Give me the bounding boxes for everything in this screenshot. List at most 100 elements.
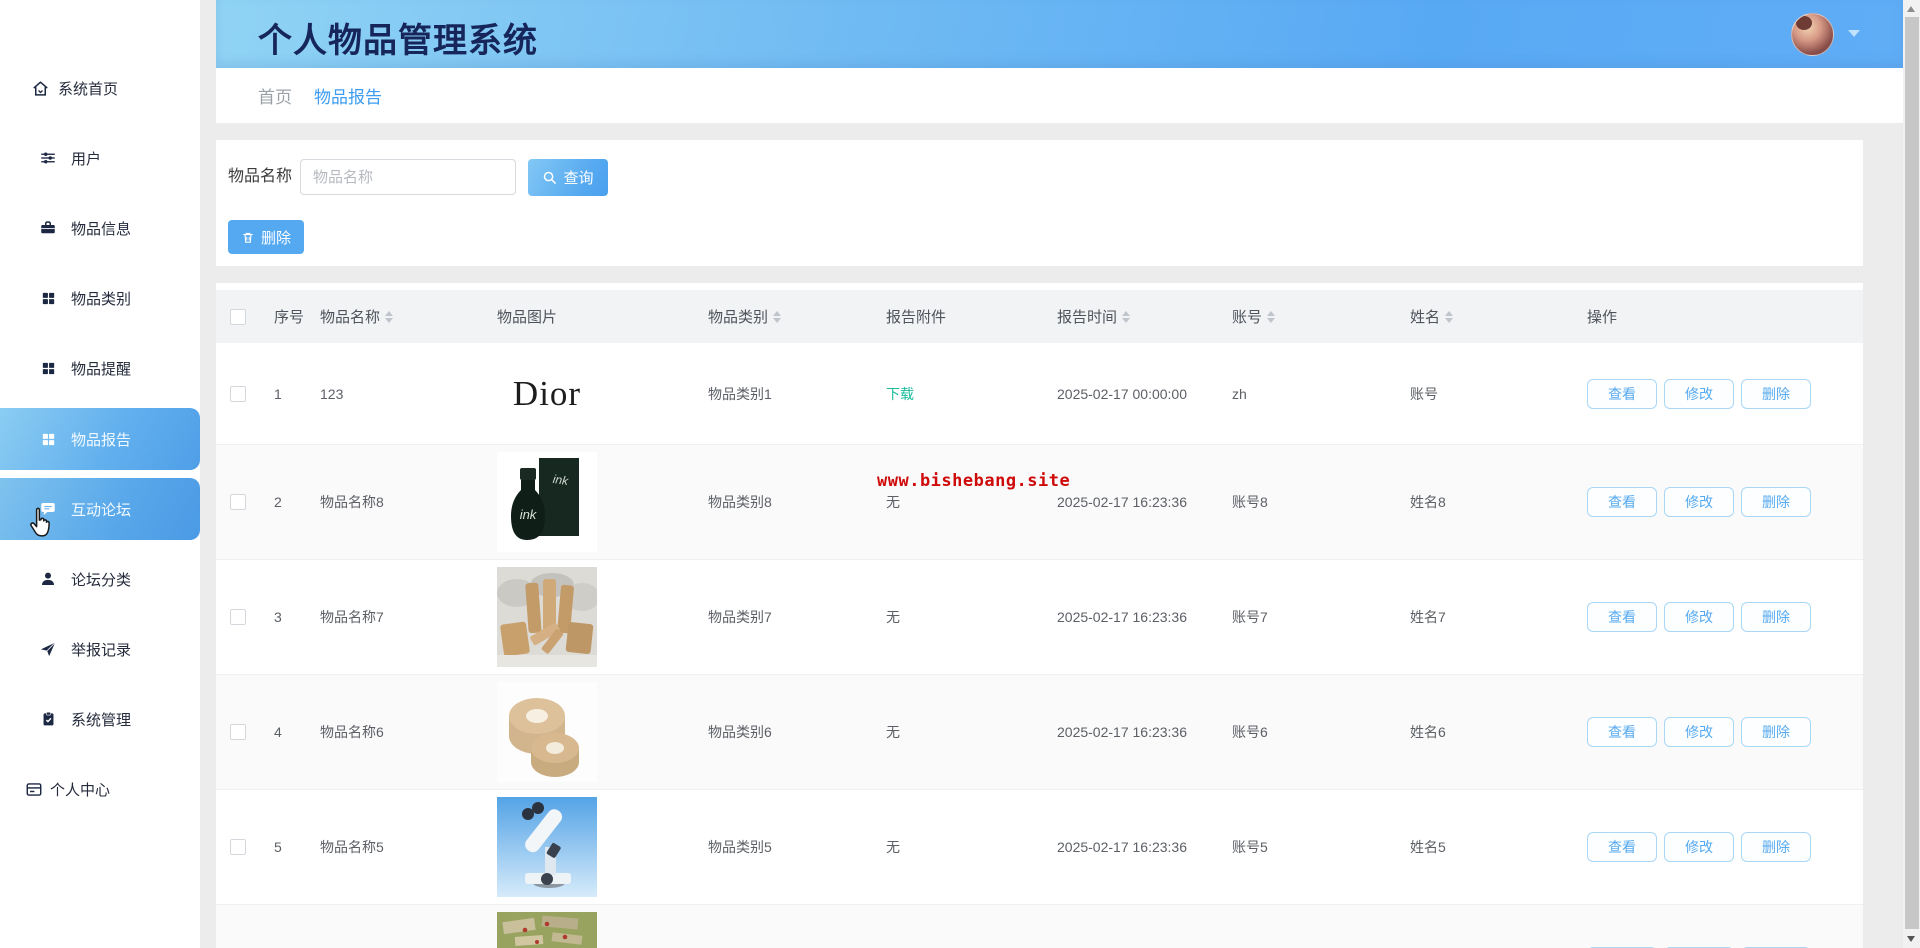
aerial-view-image: [497, 912, 597, 948]
home-icon: [30, 78, 50, 98]
sidebar-item-item-reminder[interactable]: 物品提醒: [0, 345, 200, 391]
select-all-checkbox[interactable]: [230, 309, 246, 325]
column-header-name[interactable]: 物品名称: [310, 306, 497, 327]
column-header-checkbox: [216, 309, 264, 325]
avatar-dropdown-caret-icon[interactable]: [1848, 30, 1860, 37]
edit-button[interactable]: 修改: [1664, 717, 1734, 747]
tab-item-report[interactable]: 物品报告: [314, 83, 382, 108]
cell-attachment: 无: [876, 445, 1047, 559]
grid-icon: [38, 288, 58, 308]
sidebar-item-report-records[interactable]: 举报记录: [0, 626, 200, 672]
row-actions: 查看修改删除: [1587, 379, 1811, 409]
download-link[interactable]: 下载: [886, 384, 914, 404]
delete-button[interactable]: 删除: [1741, 717, 1811, 747]
dior-logo-image: Dior: [497, 344, 597, 444]
column-label: 账号: [1232, 306, 1262, 327]
sidebar-item-forum-category[interactable]: 论坛分类: [0, 556, 200, 602]
cell-name: 物品名称8: [310, 445, 497, 559]
column-header-fullname[interactable]: 姓名: [1400, 306, 1577, 327]
table-row: 3物品名称7物品类别7无2025-02-17 16:23:36账号7姓名7查看修…: [216, 559, 1863, 674]
delete-button[interactable]: 删除: [1741, 487, 1811, 517]
view-button[interactable]: 查看: [1587, 717, 1657, 747]
row-checkbox[interactable]: [230, 494, 246, 510]
scrollbar[interactable]: [1903, 0, 1920, 948]
query-button[interactable]: 查询: [528, 159, 608, 196]
row-actions: 查看修改删除: [1587, 832, 1811, 862]
edit-button[interactable]: 修改: [1664, 602, 1734, 632]
cell-fullname: 账号: [1400, 343, 1577, 444]
bulk-delete-button[interactable]: 删除: [228, 220, 304, 254]
query-button-label: 查询: [563, 167, 593, 188]
sidebar-item-users[interactable]: 用户: [0, 135, 200, 181]
cell-account: 账号8: [1222, 445, 1400, 559]
sidebar-item-item-category[interactable]: 物品类别: [0, 275, 200, 321]
sidebar-item-label: 系统管理: [71, 709, 131, 730]
sliders-icon: [38, 148, 58, 168]
table-row: 5物品名称5物品类别5无2025-02-17 16:23:36账号5姓名5查看修…: [216, 789, 1863, 904]
row-checkbox[interactable]: [230, 839, 246, 855]
search-icon: [542, 170, 557, 185]
sidebar-item-label: 用户: [71, 148, 101, 169]
sidebar-item-item-report[interactable]: 物品报告: [0, 408, 200, 470]
dior-logo-text: Dior: [513, 374, 581, 414]
cell-category: 物品类别7: [698, 560, 876, 674]
scrollbar-up-arrow-icon[interactable]: [1907, 6, 1915, 12]
cell-fullname: 姓名8: [1400, 445, 1577, 559]
cell-name: 物品名称7: [310, 560, 497, 674]
cell-fullname: [1400, 905, 1577, 948]
edit-button[interactable]: 修改: [1664, 832, 1734, 862]
view-button[interactable]: 查看: [1587, 832, 1657, 862]
row-checkbox[interactable]: [230, 724, 246, 740]
sidebar-item-personal-center[interactable]: 个人中心: [0, 766, 200, 812]
ink-bottle-image: inkink: [497, 452, 597, 552]
tab-home[interactable]: 首页: [258, 83, 292, 108]
delete-button[interactable]: 删除: [1741, 832, 1811, 862]
sort-icon[interactable]: [1267, 307, 1275, 327]
scrollbar-thumb[interactable]: [1905, 17, 1919, 929]
item-name-input[interactable]: [300, 159, 516, 195]
view-button[interactable]: 查看: [1587, 379, 1657, 409]
nav-tabbar: 首页 物品报告: [216, 68, 1903, 123]
view-button[interactable]: 查看: [1587, 602, 1657, 632]
attachment-value: 无: [886, 607, 900, 627]
cell-category: 物品类别1: [698, 343, 876, 444]
sidebar-item-system-home[interactable]: 系统首页: [0, 65, 200, 111]
svg-text:ink: ink: [552, 472, 570, 488]
table-row: 查看修改删除: [216, 904, 1863, 948]
column-header-account[interactable]: 账号: [1222, 306, 1400, 327]
sidebar-item-label: 举报记录: [71, 639, 131, 660]
sort-icon[interactable]: [773, 307, 781, 327]
table-row: 2物品名称8inkink物品类别8无2025-02-17 16:23:36账号8…: [216, 444, 1863, 559]
column-header-category[interactable]: 物品类别: [698, 306, 876, 327]
sort-icon[interactable]: [385, 307, 393, 327]
edit-button[interactable]: 修改: [1664, 487, 1734, 517]
sort-icon[interactable]: [1445, 307, 1453, 327]
sidebar-item-item-info[interactable]: 物品信息: [0, 205, 200, 251]
grid-icon: [38, 429, 58, 449]
sidebar-item-system-manage[interactable]: 系统管理: [0, 696, 200, 742]
wood-pieces-image: [497, 567, 597, 667]
cell-account: [1222, 905, 1400, 948]
cell-account: 账号5: [1222, 790, 1400, 904]
user-avatar[interactable]: [1791, 13, 1834, 56]
column-header-time[interactable]: 报告时间: [1047, 306, 1222, 327]
view-button[interactable]: 查看: [1587, 487, 1657, 517]
delete-button[interactable]: 删除: [1741, 602, 1811, 632]
scrollbar-down-arrow-icon[interactable]: [1907, 936, 1915, 942]
sort-icon[interactable]: [1122, 307, 1130, 327]
column-label: 报告时间: [1057, 306, 1117, 327]
row-checkbox[interactable]: [230, 386, 246, 402]
column-header-attachment: 报告附件: [876, 306, 1047, 327]
column-label: 序号: [274, 306, 304, 327]
sidebar-item-label: 物品提醒: [71, 358, 131, 379]
cell-account: 账号7: [1222, 560, 1400, 674]
sidebar-item-forum[interactable]: 互动论坛: [0, 478, 200, 540]
delete-button[interactable]: 删除: [1741, 379, 1811, 409]
send-icon: [38, 639, 58, 659]
tape-rolls-image: [497, 682, 597, 782]
edit-button[interactable]: 修改: [1664, 379, 1734, 409]
cell-fullname: 姓名7: [1400, 560, 1577, 674]
search-field-label: 物品名称: [228, 159, 292, 195]
row-checkbox[interactable]: [230, 609, 246, 625]
cell-time: 2025-02-17 16:23:36: [1047, 560, 1222, 674]
